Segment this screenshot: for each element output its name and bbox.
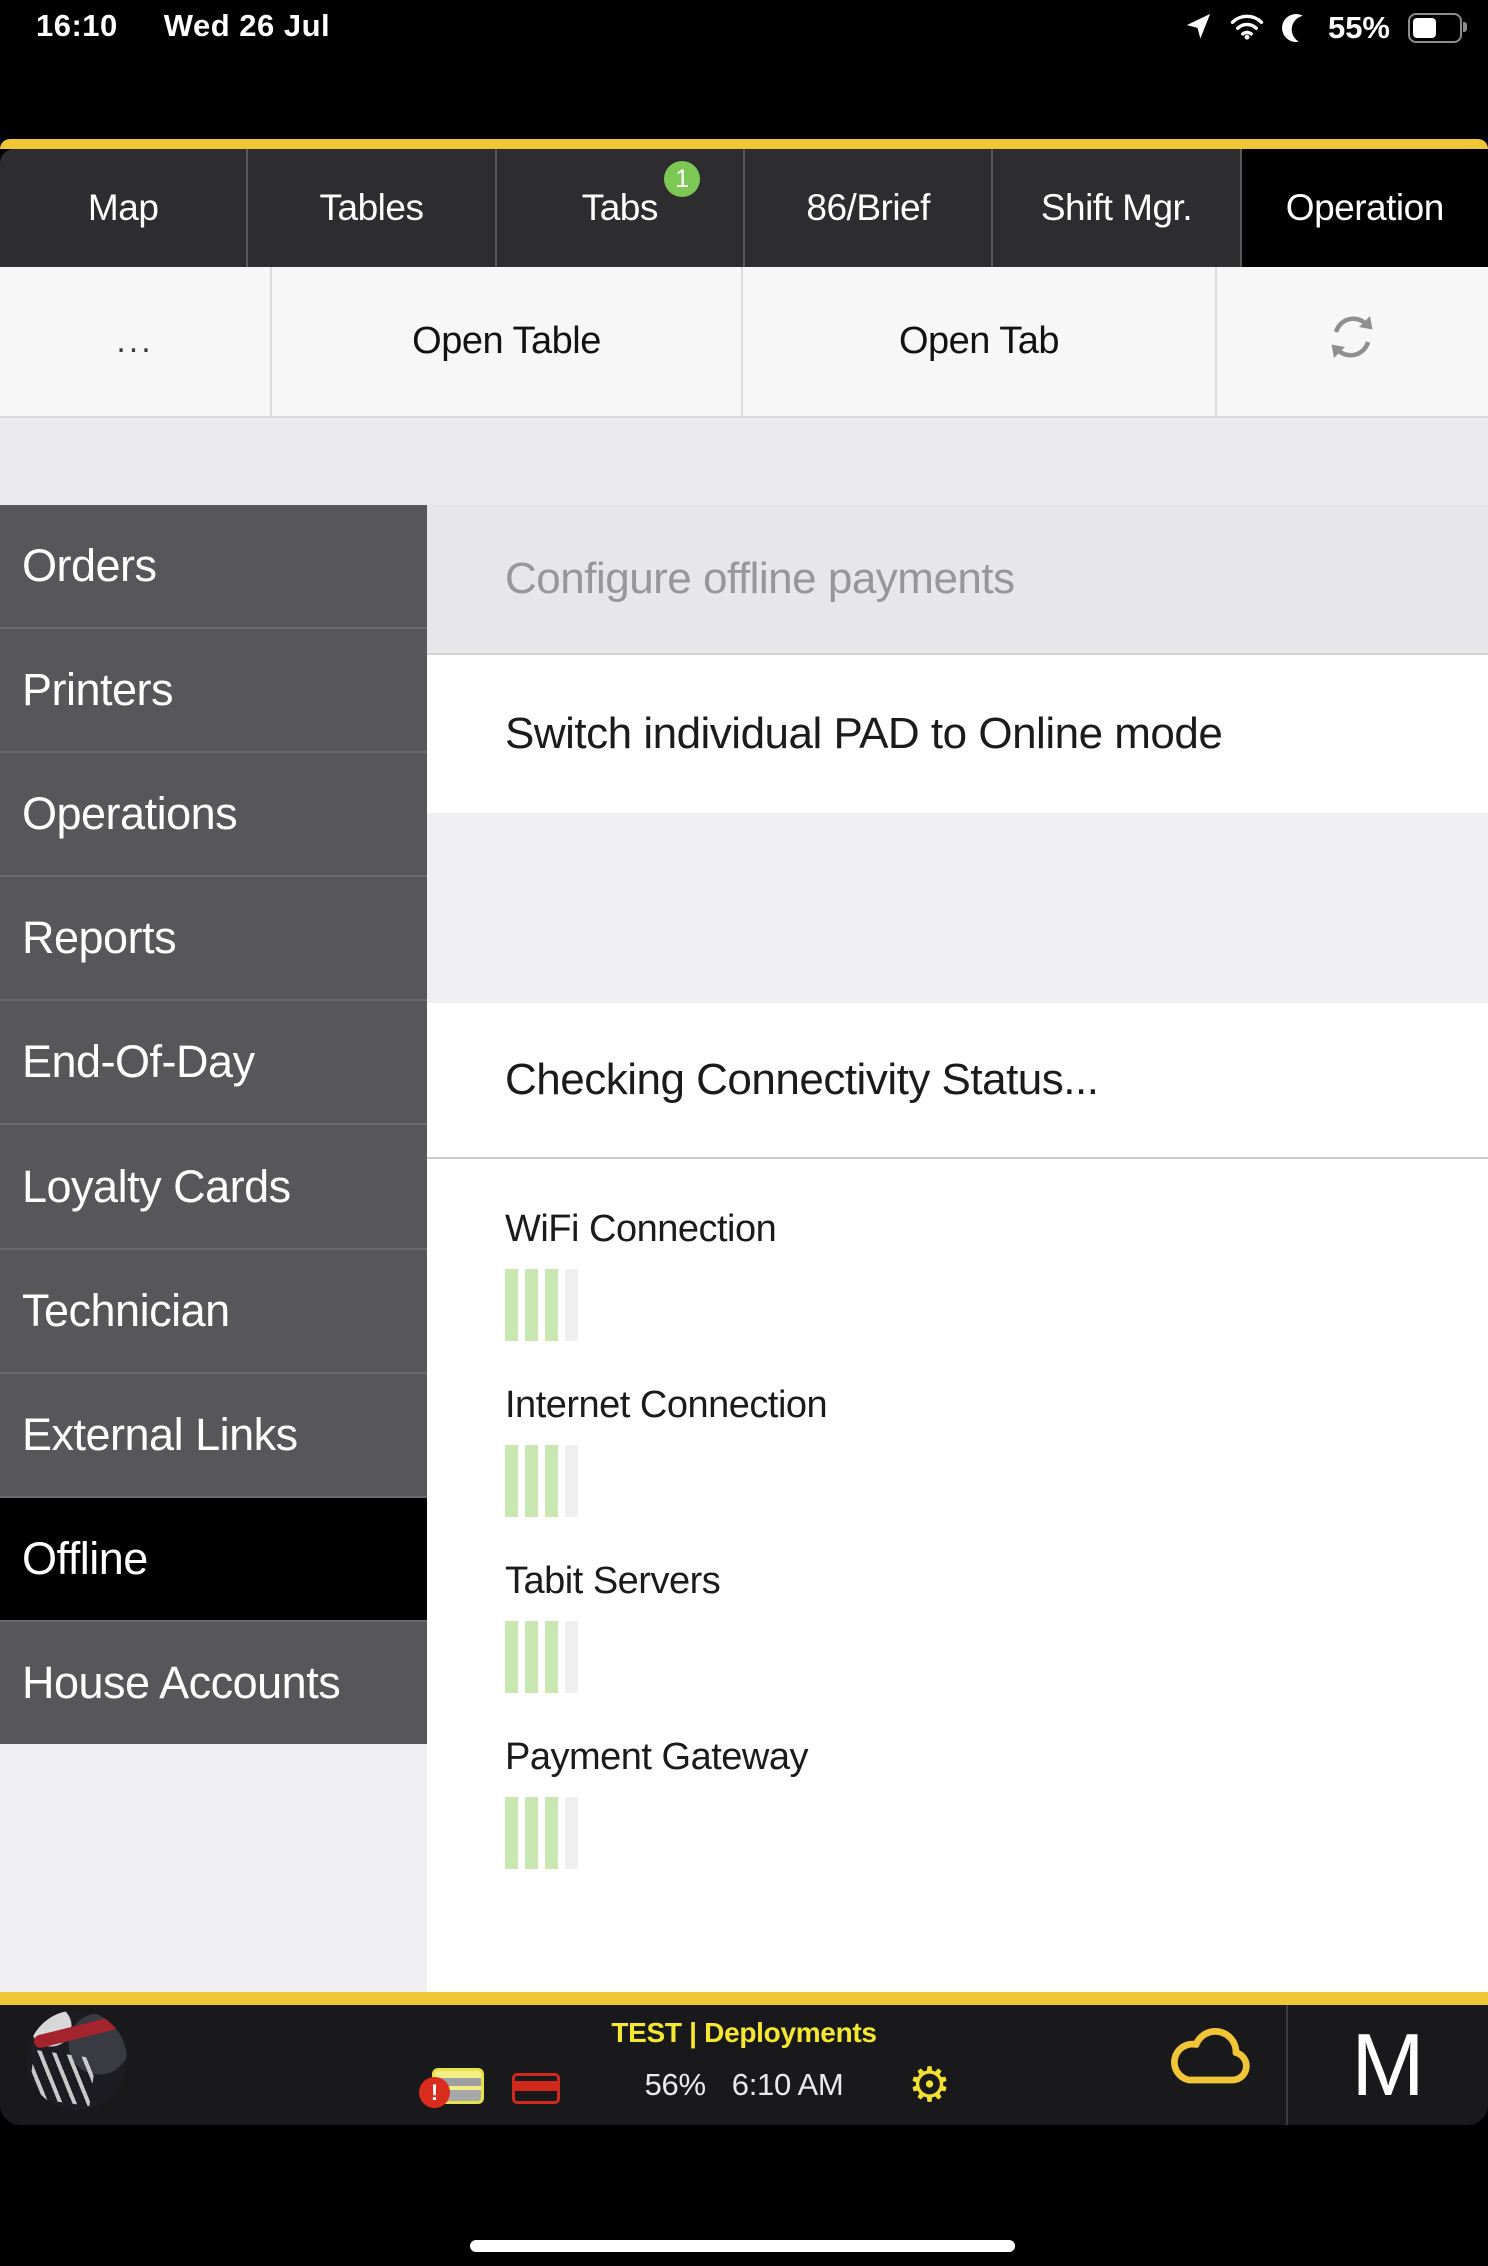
sidebar-item-house-accounts[interactable]: House Accounts	[0, 1622, 427, 1744]
tab-operation[interactable]: Operation	[1242, 149, 1488, 267]
open-tab-button[interactable]: Open Tab	[743, 267, 1217, 416]
configure-offline-payments-row-disabled: Configure offline payments	[427, 505, 1488, 655]
device-status-line: 56% 6:10 AM	[0, 2067, 1488, 2103]
sidebar-filler	[0, 1744, 427, 1992]
tab-tabs[interactable]: Tabs1	[497, 149, 745, 267]
tabs-count-badge: 1	[664, 161, 700, 197]
device-time: 6:10 AM	[732, 2067, 844, 2102]
status-bar: 16:10 Wed 26 Jul 55%	[0, 0, 1488, 139]
panel-gap	[427, 813, 1488, 1003]
connectivity-item-tabit-servers: Tabit Servers	[505, 1560, 720, 1693]
battery-percent: 55%	[1328, 10, 1390, 46]
sidebar-item-technician[interactable]: Technician	[0, 1250, 427, 1374]
sidebar-item-external-links[interactable]: External Links	[0, 1374, 427, 1498]
sidebar-item-loyalty-cards[interactable]: Loyalty Cards	[0, 1125, 427, 1249]
refresh-button[interactable]	[1217, 267, 1486, 416]
connectivity-item-internet: Internet Connection	[505, 1384, 827, 1517]
tab-shift-mgr[interactable]: Shift Mgr.	[993, 149, 1241, 267]
more-button[interactable]: ...	[0, 267, 272, 416]
sidebar-item-reports[interactable]: Reports	[0, 877, 427, 1001]
action-bar: ... Open Table Open Tab	[0, 267, 1488, 418]
bottom-status-bar: ! TEST | Deployments 56%6:10 AM ⚙ M	[0, 2005, 1488, 2125]
accent-top-border	[0, 139, 1488, 149]
wifi-icon	[1230, 12, 1264, 45]
signal-bars	[505, 1797, 808, 1869]
sidebar-item-end-of-day[interactable]: End-Of-Day	[0, 1001, 427, 1125]
sidebar-item-offline[interactable]: Offline	[0, 1498, 427, 1622]
settings-sidebar: Orders Printers Operations Reports End-O…	[0, 505, 427, 1744]
offline-panel: Configure offline payments Switch indivi…	[427, 505, 1488, 1992]
sidebar-item-orders[interactable]: Orders	[0, 505, 427, 629]
connectivity-item-payment-gateway: Payment Gateway	[505, 1736, 808, 1869]
location-arrow-icon	[1184, 12, 1212, 45]
tab-tables[interactable]: Tables	[248, 149, 496, 267]
signal-bars	[505, 1445, 827, 1517]
environment-label: TEST | Deployments	[0, 2017, 1488, 2049]
content-gap	[0, 418, 1488, 505]
switch-pad-online-row[interactable]: Switch individual PAD to Online mode	[427, 655, 1488, 813]
open-table-button[interactable]: Open Table	[272, 267, 743, 416]
signal-bars	[505, 1621, 720, 1693]
tab-map[interactable]: Map	[0, 149, 248, 267]
accent-bottom-border	[0, 1992, 1488, 2005]
tab-86-brief[interactable]: 86/Brief	[745, 149, 993, 267]
connectivity-item-wifi: WiFi Connection	[505, 1208, 776, 1341]
status-date: Wed 26 Jul	[164, 8, 330, 44]
battery-icon	[1408, 13, 1462, 43]
signal-bars	[505, 1269, 776, 1341]
refresh-icon	[1323, 308, 1381, 376]
sidebar-item-operations[interactable]: Operations	[0, 753, 427, 877]
settings-gear-icon[interactable]: ⚙	[908, 2057, 951, 2113]
connectivity-status-heading: Checking Connectivity Status...	[427, 1003, 1488, 1159]
home-indicator[interactable]	[470, 2240, 1015, 2252]
status-time: 16:10	[36, 8, 118, 44]
dnd-moon-icon	[1279, 11, 1313, 45]
device-battery-percent: 56%	[645, 2067, 706, 2102]
nav-tab-bar: Map Tables Tabs1 86/Brief Shift Mgr. Ope…	[0, 149, 1488, 267]
cloud-sync-icon[interactable]	[1163, 2021, 1259, 2096]
sidebar-item-printers[interactable]: Printers	[0, 629, 427, 753]
user-initial[interactable]: M	[1288, 2005, 1488, 2125]
